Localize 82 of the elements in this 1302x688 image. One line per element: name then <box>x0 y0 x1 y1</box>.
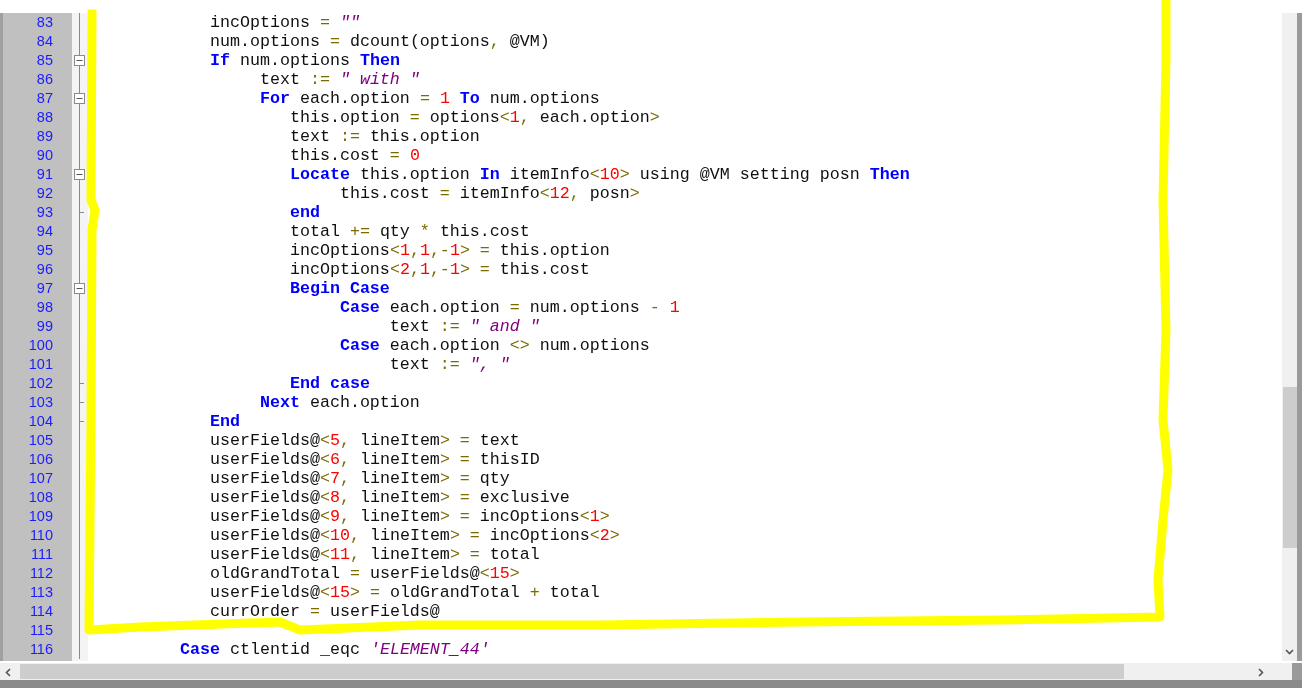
line-number: 91 <box>36 165 53 184</box>
code-line: incOptions<1,1,-1> = this.option <box>288 241 610 260</box>
code-line: userFields@<10, lineItem> = incOptions<2> <box>208 526 620 545</box>
line-number: 86 <box>36 70 53 89</box>
code-line: userFields@<5, lineItem> = text <box>208 431 520 450</box>
code-line: text := this.option <box>288 127 480 146</box>
collapse-icon[interactable] <box>74 169 85 180</box>
code-line: Next each.option <box>258 393 420 412</box>
code-line: Case each.option = num.options - 1 <box>338 298 680 317</box>
line-number: 102 <box>28 374 53 393</box>
line-number: 110 <box>29 526 53 545</box>
code-line: For each.option = 1 To num.options <box>258 89 600 108</box>
line-number: 106 <box>28 450 53 469</box>
collapse-icon[interactable] <box>74 55 85 66</box>
chevron-right-icon[interactable] <box>1258 668 1264 677</box>
code-line: this.cost = 0 <box>288 146 420 165</box>
line-number: 83 <box>36 13 53 32</box>
code-line: oldGrandTotal = userFields@<15> <box>208 564 520 583</box>
scrollbar-thumb[interactable] <box>1283 387 1297 548</box>
code-line: userFields@<9, lineItem> = incOptions<1> <box>208 507 610 526</box>
line-number: 89 <box>36 127 53 146</box>
code-line: userFields@<11, lineItem> = total <box>208 545 540 564</box>
line-number: 100 <box>28 336 53 355</box>
code-line: this.option = options<1, each.option> <box>288 108 660 127</box>
line-number: 107 <box>28 469 53 488</box>
code-line: Locate this.option In itemInfo<10> using @VM setting posn Then <box>288 165 910 184</box>
code-line: text := ", " <box>388 355 510 374</box>
line-number: 108 <box>28 488 53 507</box>
code-line: this.cost = itemInfo<12, posn> <box>338 184 640 203</box>
code-line: End case <box>288 374 370 393</box>
line-number: 103 <box>28 393 53 412</box>
line-number: 115 <box>29 621 53 640</box>
vertical-scrollbar[interactable] <box>1282 13 1297 661</box>
code-line: userFields@<6, lineItem> = thisID <box>208 450 540 469</box>
line-number: 88 <box>36 108 53 127</box>
line-number: 84 <box>36 32 53 51</box>
code-line: total += qty * this.cost <box>288 222 530 241</box>
line-number: 98 <box>36 298 53 317</box>
line-number: 87 <box>36 89 53 108</box>
code-line: End <box>208 412 240 431</box>
code-line: text := " with " <box>258 70 420 89</box>
line-number: 113 <box>29 583 53 602</box>
line-number: 99 <box>36 317 53 336</box>
code-line: userFields@<7, lineItem> = qty <box>208 469 510 488</box>
chevron-left-icon[interactable] <box>5 668 11 677</box>
code-line: userFields@<8, lineItem> = exclusive <box>208 488 570 507</box>
line-number: 104 <box>28 412 53 431</box>
fold-end-mark <box>79 212 84 213</box>
line-number: 90 <box>36 146 53 165</box>
line-number: 111 <box>30 545 53 564</box>
code-line: incOptions = "" <box>208 13 360 32</box>
code-line: userFields@<15> = oldGrandTotal + total <box>208 583 600 602</box>
line-number: 116 <box>29 640 53 659</box>
horizontal-scrollbar[interactable] <box>0 663 1292 680</box>
line-number: 114 <box>29 602 53 621</box>
code-line: If num.options Then <box>208 51 400 70</box>
code-line: text := " and " <box>388 317 540 336</box>
line-number: 94 <box>36 222 53 241</box>
code-line: Case ctlentid _eqc 'ELEMENT_44' <box>178 640 490 659</box>
line-number: 97 <box>36 279 53 298</box>
line-number: 92 <box>36 184 53 203</box>
chevron-down-icon[interactable] <box>1285 649 1294 655</box>
code-line: Case each.option <> num.options <box>338 336 650 355</box>
scrollbar-thumb[interactable] <box>20 664 1124 679</box>
line-number: 112 <box>29 564 53 583</box>
code-line: end <box>288 203 320 222</box>
fold-end-mark <box>79 421 84 422</box>
line-number: 105 <box>28 431 53 450</box>
line-number: 95 <box>36 241 53 260</box>
line-number: 109 <box>28 507 53 526</box>
line-number: 101 <box>28 355 53 374</box>
line-number: 93 <box>36 203 53 222</box>
collapse-icon[interactable] <box>74 93 85 104</box>
collapse-icon[interactable] <box>74 283 85 294</box>
line-number: 85 <box>36 51 53 70</box>
fold-end-mark <box>79 383 84 384</box>
code-line: incOptions<2,1,-1> = this.cost <box>288 260 590 279</box>
line-number: 96 <box>36 260 53 279</box>
code-line: Begin Case <box>288 279 390 298</box>
code-line: num.options = dcount(options, @VM) <box>208 32 550 51</box>
code-line: currOrder = userFields@ <box>208 602 440 621</box>
fold-end-mark <box>79 402 84 403</box>
